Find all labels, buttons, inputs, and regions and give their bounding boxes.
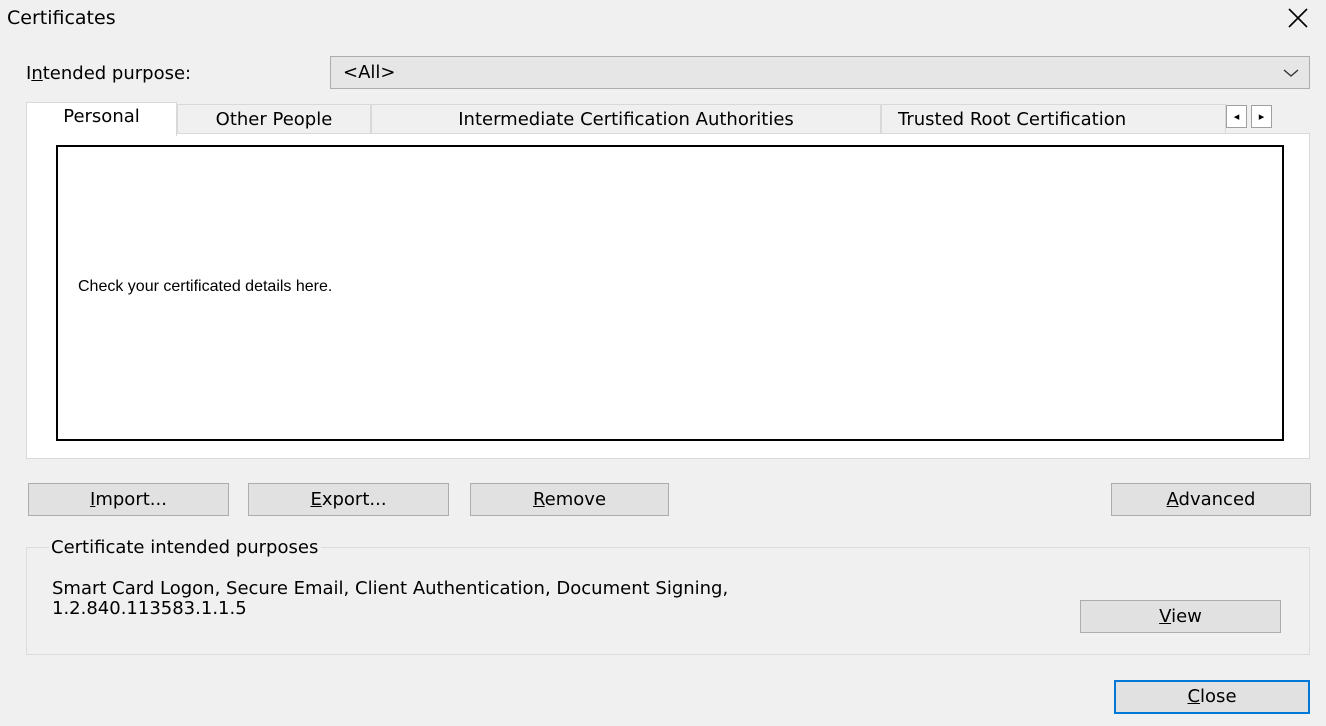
import-button[interactable]: Import... (28, 483, 229, 516)
remove-button[interactable]: Remove (470, 483, 669, 516)
dialog-title: Certificates (7, 7, 116, 29)
chevron-down-icon (1283, 69, 1299, 77)
tab-scroll-right-button[interactable]: ▸ (1251, 105, 1272, 128)
intended-purposes-line: Smart Card Logon, Secure Email, Client A… (52, 578, 729, 599)
tab-trusted-root-certification[interactable]: Trusted Root Certification (881, 104, 1226, 135)
intended-purposes-line: 1.2.840.113583.1.1.5 (52, 598, 247, 619)
intended-purpose-value: <All> (343, 62, 396, 83)
certificate-store-tabs: Personal Other People Intermediate Certi… (26, 102, 1310, 136)
tab-personal[interactable]: Personal (26, 102, 177, 136)
tab-scroll-left-button[interactable]: ◂ (1226, 105, 1247, 128)
intended-purposes-text: Smart Card Logon, Secure Email, Client A… (52, 579, 728, 619)
close-icon[interactable] (1286, 6, 1310, 30)
advanced-button[interactable]: Advanced (1111, 483, 1311, 516)
intended-purpose-dropdown[interactable]: <All> (330, 56, 1310, 89)
tab-panel: Check your certificated details here. (26, 133, 1310, 459)
intended-purposes-legend: Certificate intended purposes (49, 537, 322, 558)
tab-other-people[interactable]: Other People (177, 104, 371, 135)
certificate-list[interactable]: Check your certificated details here. (56, 145, 1284, 441)
tab-intermediate-certification-authorities[interactable]: Intermediate Certification Authorities (371, 104, 881, 135)
intended-purpose-label: Intended purpose: (26, 63, 192, 84)
certificate-list-message: Check your certificated details here. (78, 278, 333, 295)
close-button[interactable]: Close (1114, 680, 1310, 714)
view-button[interactable]: View (1080, 600, 1281, 633)
export-button[interactable]: Export... (248, 483, 449, 516)
